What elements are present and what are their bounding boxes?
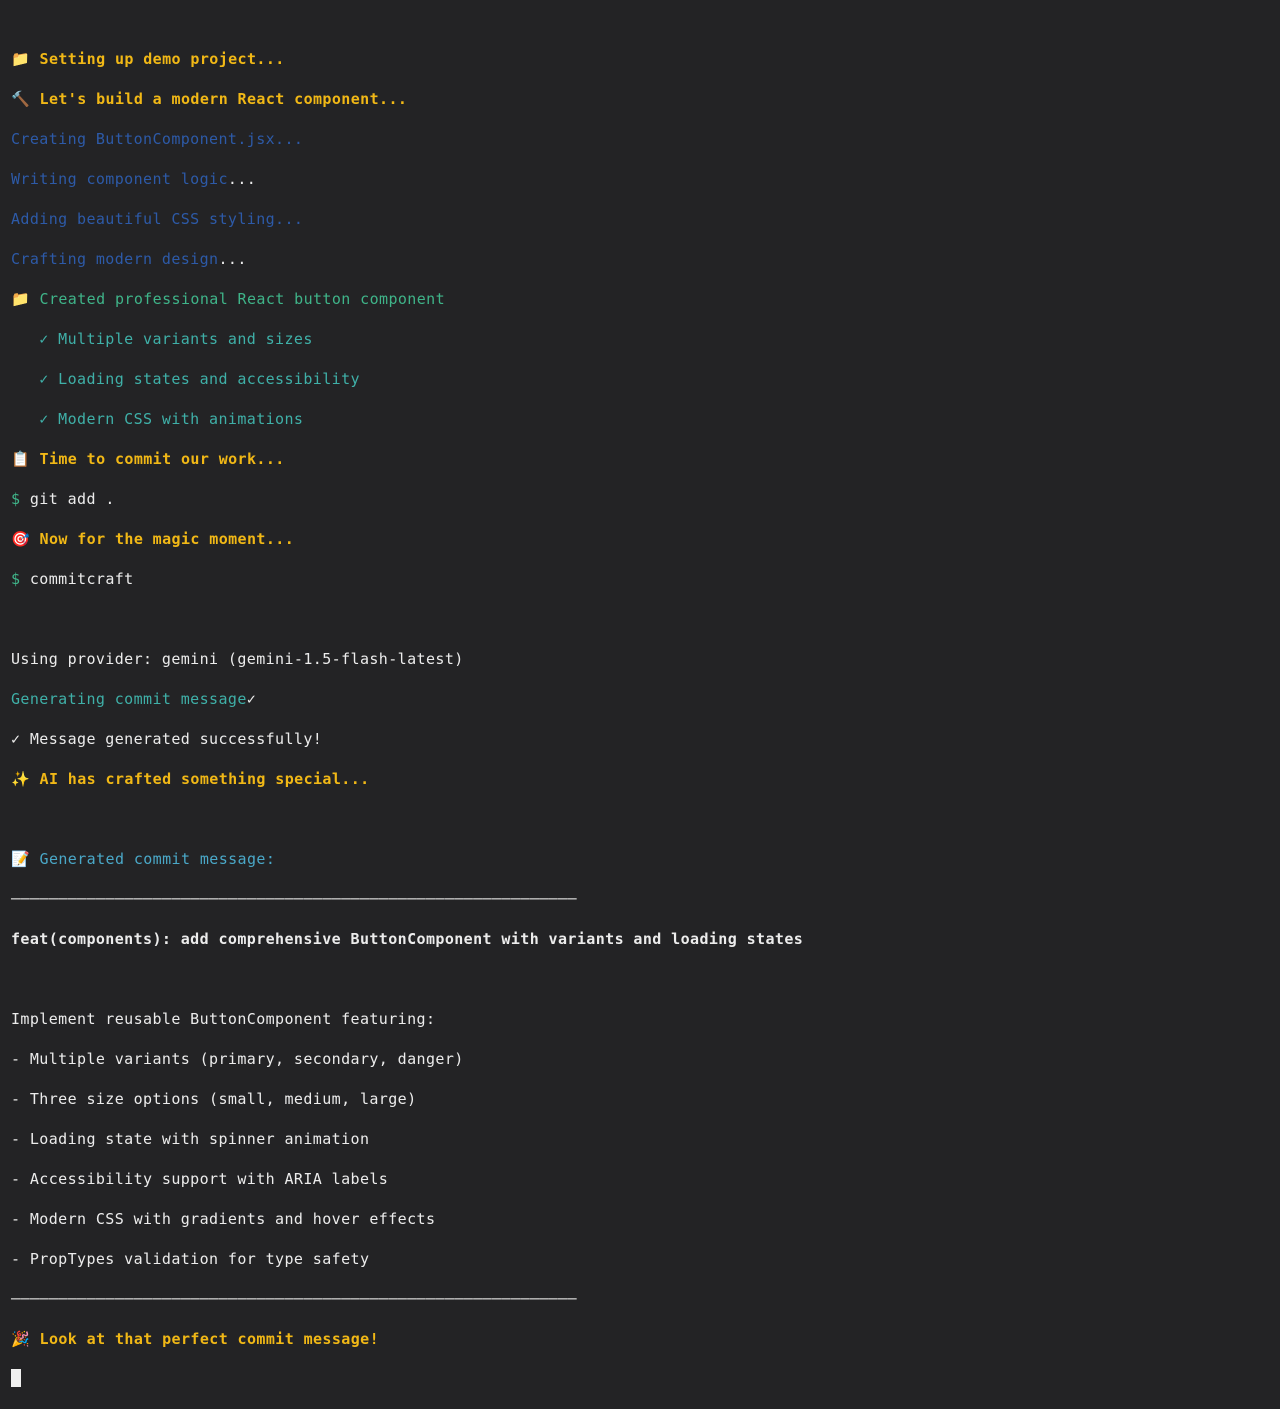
line-text: Created professional React button compon… [30, 290, 446, 308]
line-commitcraft: $ commitcraft [11, 569, 1280, 589]
commit-subject: feat(components): add comprehensive Butt… [11, 929, 1280, 949]
line-text: Creating ButtonComponent.jsx... [11, 130, 304, 148]
line-text: ✓ Multiple variants and sizes [11, 330, 313, 348]
line-creating: Creating ButtonComponent.jsx... [11, 129, 1280, 149]
terminal-cursor [11, 1369, 21, 1387]
line-text: - Three size options (small, medium, lar… [11, 1090, 417, 1108]
line-text: Adding beautiful CSS styling... [11, 210, 304, 228]
line-text: Let's build a modern React component... [30, 90, 408, 108]
line-crafting: Crafting modern design... [11, 249, 1280, 269]
line-text: Look at that perfect commit message! [30, 1330, 380, 1348]
line-text: Implement reusable ButtonComponent featu… [11, 1010, 436, 1028]
command-text: git add . [20, 490, 115, 508]
line-perfect: 🎉 Look at that perfect commit message! [11, 1329, 1280, 1349]
line-check-variants: ✓ Multiple variants and sizes [11, 329, 1280, 349]
line-text: Generating commit message [11, 690, 247, 708]
line-text: - Accessibility support with ARIA labels [11, 1170, 389, 1188]
line-ellipsis: ... [227, 170, 257, 188]
commit-body-item: - Accessibility support with ARIA labels [11, 1169, 1280, 1189]
line-text: Now for the magic moment... [30, 530, 295, 548]
line-success: ✓ Message generated successfully! [11, 729, 1280, 749]
line-text: feat(components): add comprehensive Butt… [11, 930, 804, 948]
line-text: - Loading state with spinner animation [11, 1130, 370, 1148]
commit-body-item: - Loading state with spinner animation [11, 1129, 1280, 1149]
line-generated-header: 📝 Generated commit message: [11, 849, 1280, 869]
line-text: AI has crafted something special... [30, 770, 370, 788]
line-text: Setting up demo project... [30, 50, 285, 68]
terminal-window[interactable]: 📁 Setting up demo project... 🔨 Let's bui… [0, 0, 1280, 1387]
line-generating: Generating commit message✓ [11, 689, 1280, 709]
target-icon: 🎯 [11, 530, 31, 548]
line-ai-crafted: ✨ AI has crafted something special... [11, 769, 1280, 789]
check-mark: ✓ [246, 690, 257, 708]
line-check-css: ✓ Modern CSS with animations [11, 409, 1280, 429]
line-text: ✓ Modern CSS with animations [11, 410, 304, 428]
commit-body-item: - Three size options (small, medium, lar… [11, 1089, 1280, 1109]
party-popper-icon: 🎉 [11, 1330, 31, 1348]
line-text: - Multiple variants (primary, secondary,… [11, 1050, 464, 1068]
hammer-icon: 🔨 [11, 90, 31, 108]
folder-icon: 📁 [11, 290, 31, 308]
line-text: Crafting modern design [11, 250, 219, 268]
line-text: Generated commit message: [30, 850, 276, 868]
line-text: - PropTypes validation for type safety [11, 1250, 370, 1268]
folder-icon: 📁 [11, 50, 31, 68]
line-check-loading: ✓ Loading states and accessibility [11, 369, 1280, 389]
commit-body-item: - Multiple variants (primary, secondary,… [11, 1049, 1280, 1069]
line-commit-time: 📋 Time to commit our work... [11, 449, 1280, 469]
line-magic: 🎯 Now for the magic moment... [11, 529, 1280, 549]
line-ellipsis: ... [218, 250, 247, 268]
commit-body-item: - PropTypes validation for type safety [11, 1249, 1280, 1269]
line-git-add: $ git add . [11, 489, 1280, 509]
line-text: Writing component logic [11, 170, 228, 188]
divider-rule: ────────────────────────────────────────… [11, 1290, 577, 1308]
line-text: - Modern CSS with gradients and hover ef… [11, 1210, 436, 1228]
memo-icon: 📝 [11, 850, 31, 868]
cursor-line[interactable] [11, 1369, 1280, 1389]
divider-rule: ────────────────────────────────────────… [11, 890, 577, 908]
line-setup: 📁 Setting up demo project... [11, 49, 1280, 69]
line-styling: Adding beautiful CSS styling... [11, 209, 1280, 229]
line-provider: Using provider: gemini (gemini-1.5-flash… [11, 649, 1280, 669]
line-text: Using provider: gemini (gemini-1.5-flash… [11, 650, 464, 668]
line-created: 📁 Created professional React button comp… [11, 289, 1280, 309]
commit-body-item: - Modern CSS with gradients and hover ef… [11, 1209, 1280, 1229]
divider-bottom: ────────────────────────────────────────… [11, 1289, 1280, 1309]
line-text: Time to commit our work... [30, 450, 285, 468]
line-build: 🔨 Let's build a modern React component..… [11, 89, 1280, 109]
clipboard-icon: 📋 [11, 450, 31, 468]
line-writing: Writing component logic... [11, 169, 1280, 189]
commit-body-intro: Implement reusable ButtonComponent featu… [11, 1009, 1280, 1029]
sparkles-icon: ✨ [11, 770, 31, 788]
command-text: commitcraft [20, 570, 134, 588]
divider-top: ────────────────────────────────────────… [11, 889, 1280, 909]
line-text: ✓ Message generated successfully! [11, 730, 323, 748]
line-text: ✓ Loading states and accessibility [11, 370, 360, 388]
